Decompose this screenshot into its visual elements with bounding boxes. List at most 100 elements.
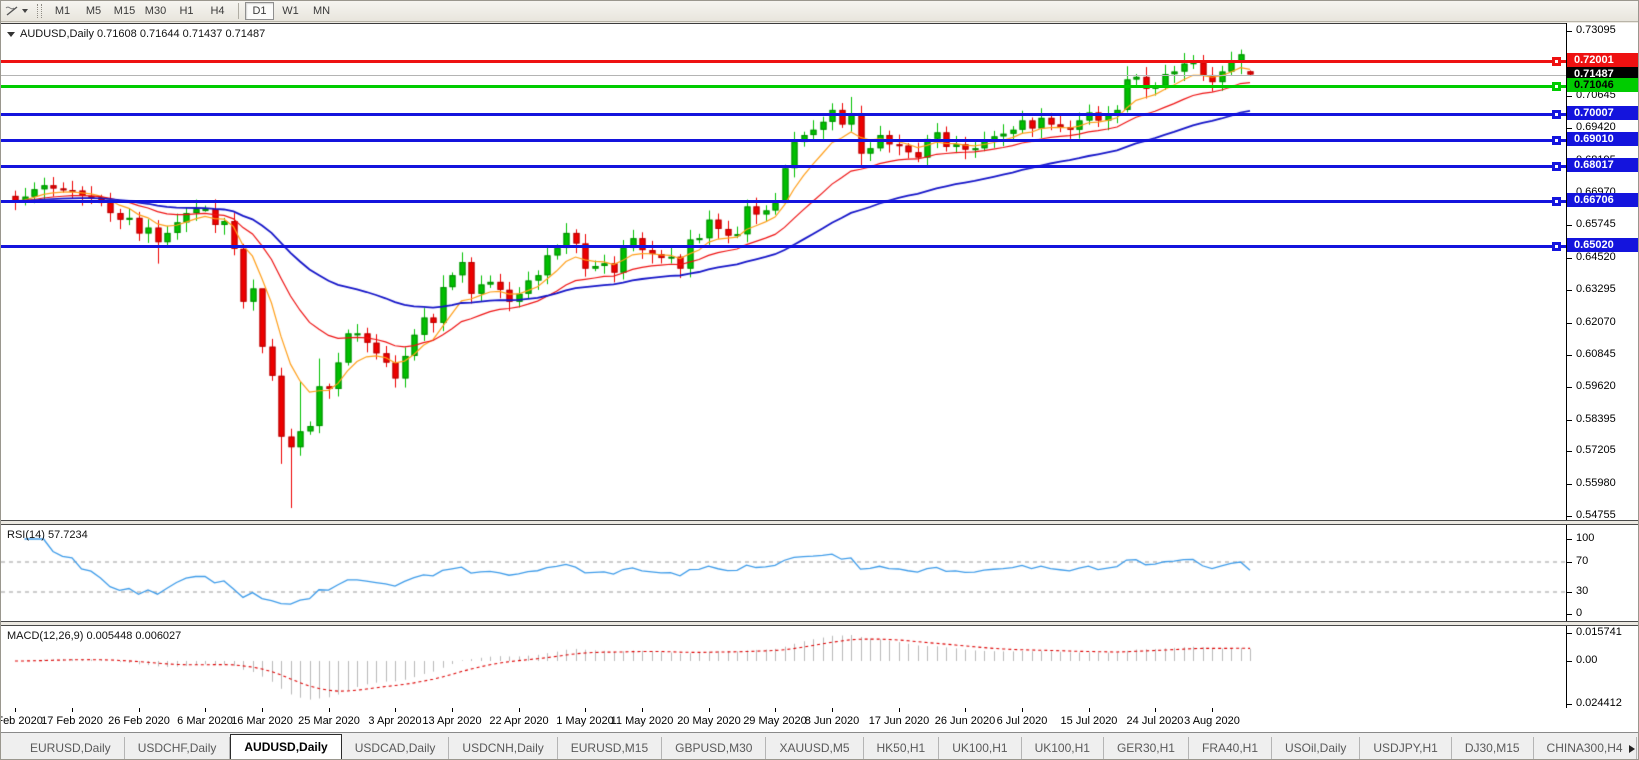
price-tick-label: 0.57205 — [1576, 444, 1616, 456]
rsi-tick-label: 30 — [1576, 585, 1588, 597]
toolbar-grip[interactable] — [37, 4, 42, 18]
current-price-line[interactable] — [1, 75, 1566, 76]
price-tag: 0.68017 — [1567, 158, 1639, 172]
chart-tab-dj30-m15[interactable]: DJ30,M15 — [1452, 737, 1534, 760]
timeframe-button-m30[interactable]: M30 — [141, 2, 170, 20]
date-tickmark — [1022, 708, 1023, 712]
crosshair-tool-icon — [5, 4, 19, 18]
date-tickmark — [329, 708, 330, 712]
date-axis[interactable]: 7 Feb 202017 Feb 202026 Feb 20206 Mar 20… — [1, 708, 1639, 732]
timeframe-button-w1[interactable]: W1 — [276, 2, 305, 20]
price-tick-tickmark — [1567, 31, 1572, 32]
price-tag: 0.70007 — [1567, 106, 1639, 120]
support-line[interactable] — [1, 85, 1566, 88]
chart-tab-usdchf-daily[interactable]: USDCHF,Daily — [125, 737, 231, 760]
timeframe-buttons: M1M5M15M30H1H4 D1W1MN — [47, 2, 337, 20]
timeframe-button-mn[interactable]: MN — [307, 2, 336, 20]
support-line[interactable] — [1, 245, 1566, 248]
macd-panel[interactable]: MACD(12,26,9) 0.005448 0.006027 — [1, 626, 1566, 709]
level-anchor-icon[interactable] — [1552, 136, 1561, 145]
price-tick-label: 0.60845 — [1576, 348, 1616, 360]
date-tickmark — [395, 708, 396, 712]
support-line[interactable] — [1, 200, 1566, 203]
price-tick-label: 0.55980 — [1576, 477, 1616, 489]
line-tools-button[interactable] — [1, 4, 32, 18]
chart-tab-uk100-h1[interactable]: UK100,H1 — [939, 737, 1021, 760]
timeframe-button-d1[interactable]: D1 — [245, 2, 274, 20]
level-anchor-icon[interactable] — [1552, 82, 1561, 91]
caret-down-icon — [22, 9, 28, 13]
macd-canvas[interactable] — [1, 626, 1566, 708]
timeframe-button-h4[interactable]: H4 — [203, 2, 232, 20]
chart-tab-ger30-h1[interactable]: GER30,H1 — [1104, 737, 1189, 760]
panel-splitter[interactable] — [1, 520, 1639, 525]
date-tickmark — [899, 708, 900, 712]
rsi-tick-label: 100 — [1576, 532, 1594, 544]
price-axis[interactable]: 0.730950.718700.706450.694200.681950.669… — [1566, 23, 1639, 708]
date-tickmark — [585, 708, 586, 712]
chart-tab-usdcad-daily[interactable]: USDCAD,Daily — [342, 737, 450, 760]
price-tick-label: 0.73095 — [1576, 24, 1616, 36]
macd-tick-label: 0.024412 — [1576, 697, 1622, 709]
rsi-tick-label: 70 — [1576, 555, 1588, 567]
timeframe-toolbar: M1M5M15M30H1H4 D1W1MN — [1, 1, 1639, 22]
rsi-tick-tickmark — [1567, 592, 1572, 593]
support-line[interactable] — [1, 139, 1566, 142]
timeframe-button-m5[interactable]: M5 — [79, 2, 108, 20]
resistance-line[interactable] — [1, 60, 1566, 63]
level-anchor-icon[interactable] — [1552, 110, 1561, 119]
date-tickmark — [642, 708, 643, 712]
chart-tab-china300-h4[interactable]: CHINA300,H4 — [1534, 737, 1637, 760]
main-chart-canvas[interactable] — [1, 24, 1566, 521]
date-tickmark — [775, 708, 776, 712]
price-tick-label: 0.64520 — [1576, 251, 1616, 263]
price-tick-tickmark — [1567, 516, 1572, 517]
mt4-window: M1M5M15M30H1H4 D1W1MN AUDUSD,Daily 0.7160… — [0, 0, 1639, 760]
price-tag: 0.72001 — [1567, 53, 1639, 67]
chart-tab-usdcnh-daily[interactable]: USDCNH,Daily — [449, 737, 557, 760]
macd-tick-tickmark — [1567, 633, 1572, 634]
level-anchor-icon[interactable] — [1552, 242, 1561, 251]
chart-tab-eurusd-daily[interactable]: EURUSD,Daily — [17, 737, 125, 760]
rsi-canvas[interactable] — [1, 525, 1566, 621]
support-line[interactable] — [1, 165, 1566, 168]
rsi-panel[interactable]: RSI(14) 57.7234 — [1, 525, 1566, 621]
chart-tab-eurusd-m15[interactable]: EURUSD,M15 — [558, 737, 662, 760]
symbol-menu-icon[interactable] — [7, 32, 15, 37]
date-tickmark — [832, 708, 833, 712]
date-tickmark — [709, 708, 710, 712]
date-tickmark — [1212, 708, 1213, 712]
level-anchor-icon[interactable] — [1552, 162, 1561, 171]
price-tick-tickmark — [1567, 258, 1572, 259]
date-tickmark — [965, 708, 966, 712]
tab-scroll-right-icon[interactable] — [1629, 745, 1635, 753]
chart-tab-audusd-daily[interactable]: AUDUSD,Daily — [230, 734, 341, 760]
chart-title: AUDUSD,Daily 0.71608 0.71644 0.71437 0.7… — [7, 28, 265, 40]
rsi-label: RSI(14) 57.7234 — [7, 529, 88, 541]
main-chart-panel[interactable]: AUDUSD,Daily 0.71608 0.71644 0.71437 0.7… — [1, 23, 1566, 521]
level-anchor-icon[interactable] — [1552, 197, 1561, 206]
timeframe-button-m15[interactable]: M15 — [110, 2, 139, 20]
date-tickmark — [72, 708, 73, 712]
price-tick-label: 0.65745 — [1576, 218, 1616, 230]
chart-tab-xauusd-m5[interactable]: XAUUSD,M5 — [766, 737, 863, 760]
macd-tick-label: 0.015741 — [1576, 626, 1622, 638]
chart-tab-uk100-h1[interactable]: UK100,H1 — [1022, 737, 1104, 760]
timeframe-button-m1[interactable]: M1 — [48, 2, 77, 20]
timeframe-button-h1[interactable]: H1 — [172, 2, 201, 20]
rsi-tick-label: 0 — [1576, 607, 1582, 619]
price-tick-tickmark — [1567, 128, 1572, 129]
chart-tab-usoil-daily[interactable]: USOil,Daily — [1272, 737, 1360, 760]
chart-tab-fra40-h1[interactable]: FRA40,H1 — [1189, 737, 1272, 760]
chart-tab-usdjpy-h1[interactable]: USDJPY,H1 — [1360, 737, 1451, 760]
chart-tab-gbpusd-m30[interactable]: GBPUSD,M30 — [662, 737, 766, 760]
chart-tab-hk50-h1[interactable]: HK50,H1 — [864, 737, 940, 760]
price-tag: 0.69010 — [1567, 132, 1639, 146]
date-tickmark — [139, 708, 140, 712]
panel-splitter[interactable] — [1, 621, 1639, 626]
level-anchor-icon[interactable] — [1552, 57, 1561, 66]
support-line[interactable] — [1, 113, 1566, 116]
date-label: 3 Aug 2020 — [1167, 715, 1257, 727]
price-tick-tickmark — [1567, 387, 1572, 388]
date-tickmark — [452, 708, 453, 712]
